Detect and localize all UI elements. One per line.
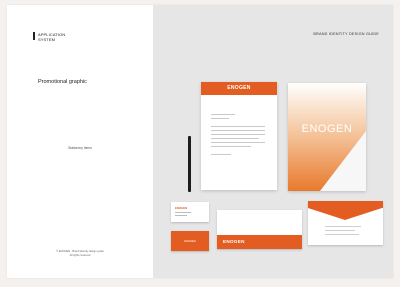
pen-mockup bbox=[188, 136, 191, 192]
letterhead-text-line bbox=[211, 142, 265, 143]
envelope-top-flap bbox=[308, 201, 383, 208]
letterhead-text-line bbox=[211, 138, 259, 139]
page: APPLICATION SYSTEM Promotional graphic S… bbox=[0, 0, 400, 287]
letterhead-text-line bbox=[211, 114, 235, 115]
envelope-flap-triangle bbox=[308, 208, 382, 220]
open-envelope-mockup bbox=[308, 201, 383, 245]
letterhead-text-line bbox=[211, 154, 231, 155]
letterhead-text-line bbox=[211, 134, 265, 135]
left-panel: APPLICATION SYSTEM Promotional graphic S… bbox=[7, 5, 153, 278]
envelope-address-line bbox=[325, 230, 355, 231]
card-text-line bbox=[175, 215, 187, 216]
presentation-folder-mockup: ENOGEN bbox=[288, 83, 366, 191]
section-title: APPLICATION SYSTEM bbox=[38, 32, 66, 42]
letterhead-text-line bbox=[211, 126, 265, 127]
folder-flap bbox=[320, 131, 366, 191]
envelope-address-line bbox=[325, 234, 359, 235]
card-front-logo: ENOGEN bbox=[175, 206, 188, 210]
letterhead-text-line bbox=[211, 146, 251, 147]
letterhead-logo: ENOGEN bbox=[227, 85, 251, 91]
item-label: Stationery Items bbox=[68, 146, 92, 150]
letterhead-mockup: ENOGEN bbox=[201, 82, 277, 190]
card-back-logo: ENOGEN bbox=[184, 240, 196, 243]
business-card-front: ENOGEN bbox=[171, 202, 209, 222]
footer-text: © ENOGEN · Brand identity design guide A… bbox=[56, 250, 104, 257]
dl-envelope-mockup: ENOGEN bbox=[217, 210, 302, 249]
right-panel: BRAND IDENTITY DESIGN GUIDE ENOGEN ENOGE… bbox=[153, 5, 393, 278]
letterhead-text-line bbox=[211, 130, 265, 131]
card-text-line bbox=[175, 212, 191, 213]
envelope-logo: ENOGEN bbox=[223, 239, 245, 244]
page-subtitle: Promotional graphic bbox=[38, 79, 87, 85]
section-marker-bar bbox=[33, 32, 35, 40]
guide-title: BRAND IDENTITY DESIGN GUIDE bbox=[313, 32, 379, 36]
brand-guide-spread: APPLICATION SYSTEM Promotional graphic S… bbox=[7, 5, 393, 278]
business-card-back: ENOGEN bbox=[171, 231, 209, 251]
letterhead-text-line bbox=[211, 118, 229, 119]
envelope-address-line bbox=[325, 226, 361, 227]
